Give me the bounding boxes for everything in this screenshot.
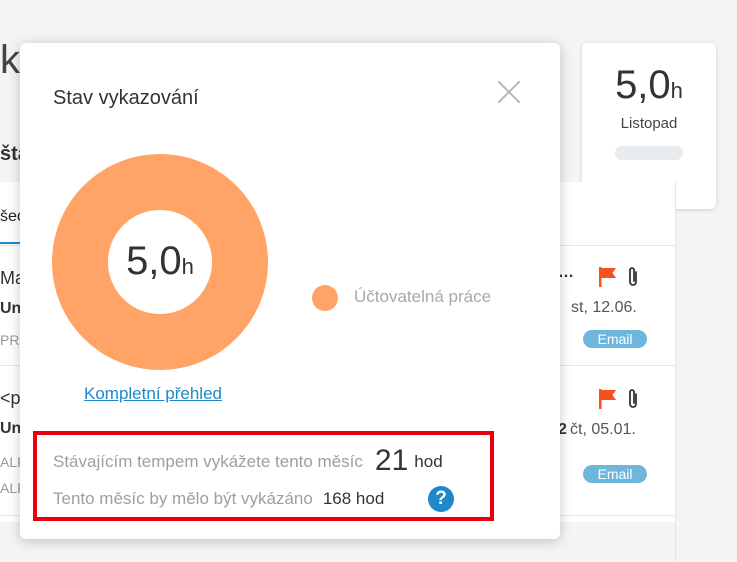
attachment-icon[interactable] bbox=[626, 388, 640, 410]
full-overview-link[interactable]: Kompletní přehled bbox=[84, 384, 222, 404]
forecast-row: Stávajícím tempem vykážete tento měsíc 21… bbox=[53, 444, 443, 478]
flag-icon[interactable] bbox=[598, 266, 618, 288]
divider bbox=[675, 182, 676, 562]
forecast-value: 21 bbox=[374, 444, 409, 477]
forecast-unit: hod bbox=[414, 452, 443, 471]
help-icon[interactable]: ? bbox=[428, 486, 454, 512]
reporting-status-popup: Stav vykazování 5,0h Účtovatelná práce K… bbox=[20, 43, 560, 539]
row1-date: st, 12.06. bbox=[571, 299, 637, 316]
legend-dot-billable bbox=[312, 285, 338, 311]
row1-email-badge: Email bbox=[583, 330, 647, 348]
flag-icon[interactable] bbox=[598, 388, 618, 410]
summary-value: 5,0h bbox=[615, 63, 683, 107]
row2-subject[interactable]: <p bbox=[0, 388, 21, 409]
row2-client: Un bbox=[0, 420, 22, 437]
summary-month: Listopad bbox=[620, 115, 678, 132]
summary-progress-placeholder bbox=[615, 146, 683, 160]
forecast-label: Stávajícím tempem vykážete tento měsíc bbox=[53, 452, 363, 471]
page-title-fragment: k bbox=[0, 38, 20, 82]
required-row: Tento měsíc by mělo být vykázáno 168 hod bbox=[53, 489, 384, 509]
donut-total: 5,0h bbox=[126, 239, 194, 283]
required-value: 168 hod bbox=[322, 489, 385, 508]
required-label: Tento měsíc by mělo být vykázáno bbox=[53, 489, 313, 508]
row2-email-badge: Email bbox=[583, 465, 647, 483]
row2-date: čt, 05.01. bbox=[570, 421, 636, 438]
close-icon[interactable] bbox=[497, 80, 521, 104]
popup-title: Stav vykazování bbox=[53, 87, 199, 109]
list-tab-indicator bbox=[0, 242, 20, 244]
row1-client: Un bbox=[0, 300, 22, 317]
row1-ellipsis: … bbox=[558, 264, 574, 281]
legend-label-billable: Účtovatelná práce bbox=[354, 287, 492, 306]
attachment-icon[interactable] bbox=[626, 266, 640, 288]
